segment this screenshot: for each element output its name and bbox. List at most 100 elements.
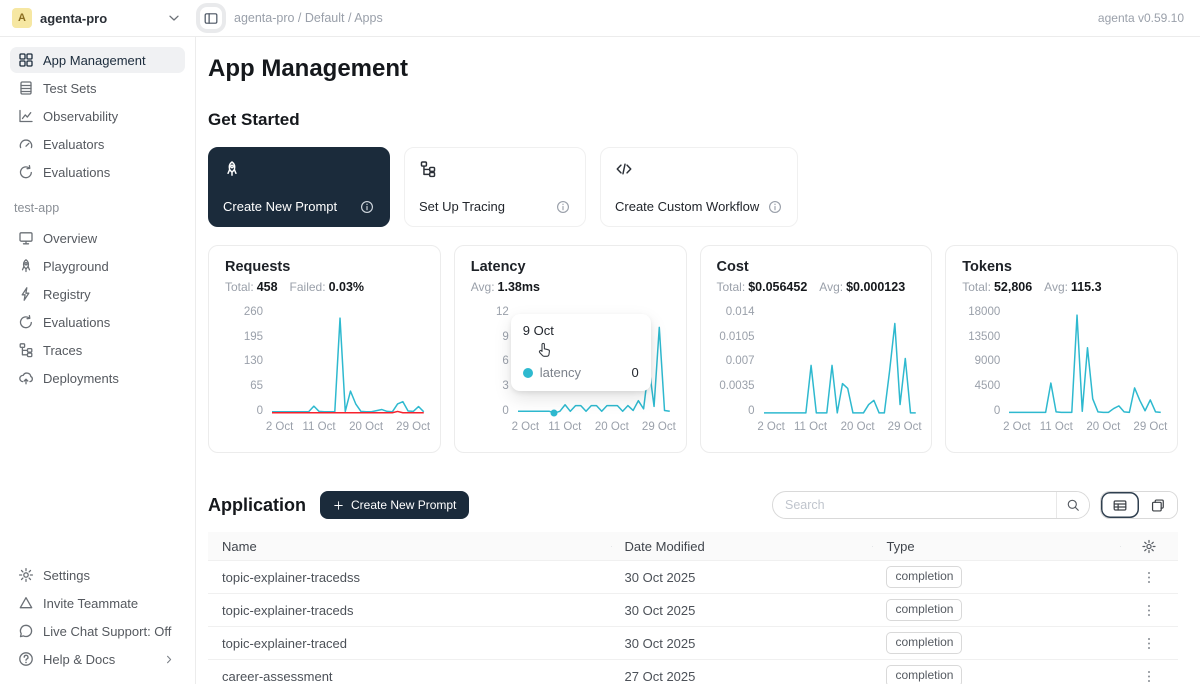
type-badge: completion xyxy=(886,599,962,621)
stat-title: Tokens xyxy=(962,259,1161,275)
sidebar-item-label: Playground xyxy=(43,259,109,274)
card-view-button[interactable] xyxy=(1139,492,1177,518)
sidebar-item-live-chat[interactable]: Live Chat Support: Off xyxy=(10,618,185,644)
table-row[interactable]: topic-explainer-tracedss 30 Oct 2025 com… xyxy=(208,561,1178,594)
tokens-stat-card: Tokens Total:52,806 Avg:115.3 1800013500… xyxy=(945,245,1178,453)
tree-icon xyxy=(18,342,34,358)
requests-stat-card: Requests Total:458 Failed:0.03% 26019513… xyxy=(208,245,441,453)
stat-title: Latency xyxy=(471,259,670,275)
column-settings-icon[interactable] xyxy=(1141,539,1157,554)
app-name: topic-explainer-traceds xyxy=(208,603,611,618)
sidebar-item-invite-teammate[interactable]: Invite Teammate xyxy=(10,590,185,616)
breadcrumb[interactable]: agenta-pro / Default / Apps xyxy=(234,11,383,25)
column-header-name: Name xyxy=(208,539,611,554)
row-actions-icon[interactable] xyxy=(1141,603,1157,618)
sidebar-item-label: Invite Teammate xyxy=(43,596,138,611)
applications-table: Name Date Modified Type topic-explainer-… xyxy=(208,532,1178,684)
sidebar-item-overview[interactable]: Overview xyxy=(10,225,185,251)
app-date: 27 Oct 2025 xyxy=(611,669,873,684)
app-date: 30 Oct 2025 xyxy=(611,603,873,618)
sidebar-item-test-sets[interactable]: Test Sets xyxy=(10,75,185,101)
column-header-type: Type xyxy=(872,539,1120,554)
type-badge: completion xyxy=(886,632,962,654)
code-icon xyxy=(615,160,633,178)
stat-metrics: Avg:1.38ms xyxy=(471,280,670,294)
cursor-hand-icon xyxy=(535,341,553,359)
table-row[interactable]: topic-explainer-traceds 30 Oct 2025 comp… xyxy=(208,594,1178,627)
card-label: Create Custom Workflow xyxy=(615,199,759,214)
row-actions-icon[interactable] xyxy=(1141,669,1157,684)
table-view-button[interactable] xyxy=(1101,492,1139,518)
sidebar-item-label: Test Sets xyxy=(43,81,96,96)
workspace-avatar: A xyxy=(12,8,32,28)
workspace-selector[interactable]: A agenta-pro xyxy=(0,8,196,28)
application-toolbar: Application Create New Prompt xyxy=(208,491,1178,519)
sidebar-item-traces[interactable]: Traces xyxy=(10,337,185,363)
table-view-icon xyxy=(1112,498,1128,513)
chevron-right-icon xyxy=(161,653,177,666)
search-input[interactable] xyxy=(773,492,1056,518)
sidebar-footer: Settings Invite Teammate Live Chat Suppo… xyxy=(10,562,185,674)
stat-title: Cost xyxy=(717,259,916,275)
info-icon[interactable] xyxy=(767,200,783,214)
sidebar-item-label: Settings xyxy=(43,568,90,583)
bolt-icon xyxy=(18,286,34,302)
sidebar-item-app-evaluations[interactable]: Evaluations xyxy=(10,309,185,335)
gauge-icon xyxy=(18,136,34,152)
search-icon xyxy=(1065,498,1081,512)
question-circle-icon xyxy=(18,651,34,667)
latency-stat-card: Latency Avg:1.38ms 1296302 Oct11 Oct20 O… xyxy=(454,245,687,453)
app-name: career-assessment xyxy=(208,669,611,684)
sidebar-item-label: Evaluations xyxy=(43,315,110,330)
sidebar-item-label: App Management xyxy=(43,53,146,68)
app-root: A agenta-pro agenta-pro / Default / Apps… xyxy=(0,0,1200,684)
chart-line-icon xyxy=(18,108,34,124)
create-new-prompt-card[interactable]: Create New Prompt xyxy=(208,147,390,227)
create-new-prompt-button[interactable]: Create New Prompt xyxy=(320,491,469,519)
monitor-icon xyxy=(18,230,34,246)
sidebar-item-label: Evaluations xyxy=(43,165,110,180)
row-actions-icon[interactable] xyxy=(1141,636,1157,651)
application-heading: Application xyxy=(208,495,306,516)
row-actions-icon[interactable] xyxy=(1141,570,1157,585)
page-title: App Management xyxy=(208,55,1178,83)
tooltip-date: 9 Oct xyxy=(523,323,639,338)
table-row[interactable]: career-assessment 27 Oct 2025 completion xyxy=(208,660,1178,684)
sidebar-collapse-button[interactable] xyxy=(200,7,222,29)
sidebar-item-evaluations[interactable]: Evaluations xyxy=(10,159,185,185)
grid-icon xyxy=(18,52,34,68)
cost-stat-card: Cost Total:$0.056452 Avg:$0.000123 0.014… xyxy=(700,245,933,453)
stat-metrics: Total:$0.056452 Avg:$0.000123 xyxy=(717,280,916,294)
stats-row: Requests Total:458 Failed:0.03% 26019513… xyxy=(208,245,1178,453)
testsets-icon xyxy=(18,80,34,96)
sidebar-item-registry[interactable]: Registry xyxy=(10,281,185,307)
card-label: Create New Prompt xyxy=(223,199,337,214)
app-date: 30 Oct 2025 xyxy=(611,570,873,585)
sidebar-item-deployments[interactable]: Deployments xyxy=(10,365,185,391)
tooltip-value: 0 xyxy=(632,365,639,380)
sidebar-item-settings[interactable]: Settings xyxy=(10,562,185,588)
app-name: topic-explainer-traced xyxy=(208,636,611,651)
app-name: topic-explainer-tracedss xyxy=(208,570,611,585)
chat-bubble-icon xyxy=(18,623,34,639)
stat-title: Requests xyxy=(225,259,424,275)
sidebar-item-app-management[interactable]: App Management xyxy=(10,47,185,73)
app-version: agenta v0.59.10 xyxy=(1098,11,1200,25)
body: App Management Test Sets Observability E… xyxy=(0,37,1200,684)
table-row[interactable]: topic-explainer-traced 30 Oct 2025 compl… xyxy=(208,627,1178,660)
view-switcher xyxy=(1100,491,1178,519)
get-started-cards: Create New Prompt Set Up Tracing Create … xyxy=(208,147,1178,227)
search-button[interactable] xyxy=(1056,492,1089,518)
sidebar-item-observability[interactable]: Observability xyxy=(10,103,185,129)
workspace-name: agenta-pro xyxy=(40,11,107,26)
sidebar-item-evaluators[interactable]: Evaluators xyxy=(10,131,185,157)
sidebar: App Management Test Sets Observability E… xyxy=(0,37,196,684)
sidebar-item-playground[interactable]: Playground xyxy=(10,253,185,279)
create-custom-workflow-card[interactable]: Create Custom Workflow xyxy=(600,147,798,227)
info-icon[interactable] xyxy=(555,200,571,214)
set-up-tracing-card[interactable]: Set Up Tracing xyxy=(404,147,586,227)
sidebar-item-help-docs[interactable]: Help & Docs xyxy=(10,646,185,672)
cloud-upload-icon xyxy=(18,370,34,386)
info-icon[interactable] xyxy=(359,200,375,214)
gear-icon xyxy=(18,567,34,583)
